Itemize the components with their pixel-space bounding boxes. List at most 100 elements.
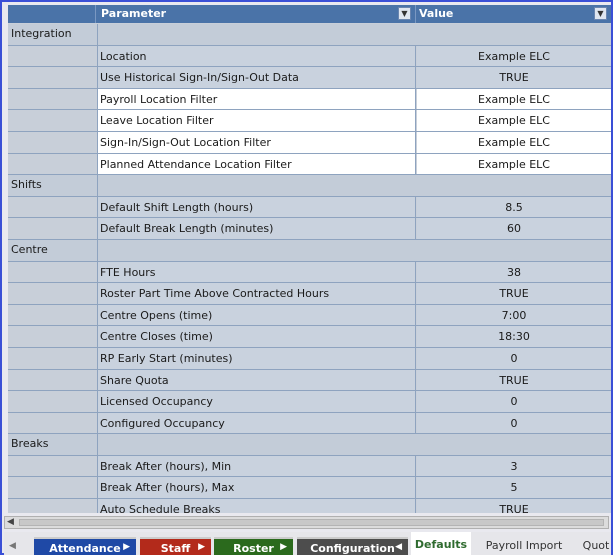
category-cell <box>97 175 611 196</box>
tab-defaults[interactable]: Defaults <box>411 532 471 555</box>
tab-configuration[interactable]: Configuration ◀ <box>297 537 408 555</box>
category-row[interactable]: Shifts <box>8 175 611 197</box>
parameter-cell[interactable]: Break After (hours), Min <box>97 455 416 477</box>
value-cell[interactable]: Example ELC <box>417 88 611 110</box>
parameter-grid: Parameter ▼ Value ▼ Integration Location E… <box>8 5 611 513</box>
parameter-cell[interactable]: Centre Opens (time) <box>97 304 416 326</box>
grid-rows: Integration Location Example ELC Use Histor… <box>8 24 611 513</box>
tab-label: Attendance <box>49 542 121 555</box>
parameter-row[interactable]: Configured Occupancy 0 <box>8 412 611 435</box>
parameter-cell[interactable]: Default Break Length (minutes) <box>97 218 416 239</box>
scrollbar-thumb[interactable] <box>19 519 604 526</box>
value-cell[interactable]: 60 <box>417 218 611 239</box>
row-gutter <box>8 412 97 434</box>
value-cell[interactable]: Example ELC <box>417 45 611 67</box>
tab-payroll-import[interactable]: Payroll Import <box>476 536 572 554</box>
parameter-row[interactable]: Leave Location Filter Example ELC <box>8 110 611 132</box>
category-row[interactable]: Integration <box>8 24 611 46</box>
category-row[interactable]: Centre <box>8 239 611 262</box>
category-label: Breaks <box>11 437 49 451</box>
parameter-cell[interactable]: Share Quota <box>97 369 416 391</box>
scroll-left-icon[interactable]: ◀ <box>7 517 14 527</box>
parameter-cell[interactable]: RP Early Start (minutes) <box>97 347 416 369</box>
tab-label: Defaults <box>414 538 468 551</box>
parameter-column-header[interactable]: Parameter ▼ <box>97 5 416 23</box>
value-cell[interactable]: TRUE <box>417 369 611 391</box>
value-cell[interactable]: TRUE <box>417 499 611 513</box>
parameter-row[interactable]: Planned Attendance Location Filter Exampl… <box>8 153 611 176</box>
tab-chevron-icon[interactable]: ▶ <box>123 542 130 552</box>
tab-label: Roster <box>233 542 274 555</box>
value-cell[interactable]: 8.5 <box>417 196 611 218</box>
value-cell[interactable]: 38 <box>417 261 611 283</box>
parameter-cell[interactable]: Payroll Location Filter <box>97 88 416 110</box>
row-gutter <box>8 110 97 131</box>
value-cell[interactable]: Example ELC <box>417 110 611 131</box>
parameter-row[interactable]: Auto Schedule Breaks TRUE <box>8 499 611 513</box>
tab-quot[interactable]: Quot <box>576 536 611 554</box>
parameter-cell[interactable]: Licensed Occupancy <box>97 391 416 412</box>
parameter-cell[interactable]: Planned Attendance Location Filter <box>97 153 416 175</box>
parameter-row[interactable]: Roster Part Time Above Contracted Hours T… <box>8 283 611 305</box>
parameter-cell[interactable]: Configured Occupancy <box>97 412 416 434</box>
parameter-cell[interactable]: Use Historical Sign-In/Sign-Out Data <box>97 67 416 88</box>
app-window: Parameter ▼ Value ▼ Integration Location E… <box>0 0 613 555</box>
value-cell[interactable]: Example ELC <box>417 153 611 175</box>
category-label: Integration <box>11 27 72 40</box>
category-row[interactable]: Breaks <box>8 434 611 456</box>
parameter-cell[interactable]: Roster Part Time Above Contracted Hours <box>97 283 416 304</box>
tab-attendance[interactable]: Attendance ▶ <box>34 537 136 555</box>
value-cell[interactable]: 18:30 <box>417 326 611 347</box>
value-cell[interactable]: Example ELC <box>417 131 611 153</box>
category-label: Centre <box>11 242 48 256</box>
row-gutter <box>8 477 97 499</box>
parameter-row[interactable]: RP Early Start (minutes) 0 <box>8 347 611 370</box>
row-gutter <box>8 391 97 412</box>
value-column-header[interactable]: Value ▼ <box>417 5 611 23</box>
parameter-row[interactable]: Break After (hours), Min 3 <box>8 455 611 478</box>
parameter-row[interactable]: Location Example ELC <box>8 45 611 68</box>
parameter-row[interactable]: Sign-In/Sign-Out Location Filter Example … <box>8 131 611 154</box>
parameter-row[interactable]: Default Shift Length (hours) 8.5 <box>8 196 611 219</box>
value-cell[interactable]: 7:00 <box>417 304 611 326</box>
parameter-filter-dropdown-icon[interactable]: ▼ <box>398 7 411 20</box>
value-cell[interactable]: 3 <box>417 455 611 477</box>
row-gutter <box>8 131 97 153</box>
parameter-row[interactable]: Centre Opens (time) 7:00 <box>8 304 611 327</box>
parameter-cell[interactable]: Sign-In/Sign-Out Location Filter <box>97 131 416 153</box>
parameter-row[interactable]: Default Break Length (minutes) 60 <box>8 218 611 240</box>
parameter-row[interactable]: Licensed Occupancy 0 <box>8 391 611 413</box>
value-cell[interactable]: 0 <box>417 391 611 412</box>
value-cell[interactable]: 5 <box>417 477 611 499</box>
value-cell[interactable]: 0 <box>417 347 611 369</box>
row-gutter <box>8 153 97 175</box>
row-gutter <box>8 261 97 283</box>
parameter-cell[interactable]: Default Shift Length (hours) <box>97 196 416 218</box>
parameter-cell[interactable]: Location <box>97 45 416 67</box>
parameter-row[interactable]: Share Quota TRUE <box>8 369 611 392</box>
value-cell[interactable]: 0 <box>417 412 611 434</box>
parameter-cell[interactable]: Break After (hours), Max <box>97 477 416 499</box>
tab-staff[interactable]: Staff ▶ <box>140 537 211 555</box>
parameter-cell[interactable]: Auto Schedule Breaks <box>97 499 416 513</box>
parameter-row[interactable]: Use Historical Sign-In/Sign-Out Data TRUE <box>8 67 611 89</box>
parameter-row[interactable]: Centre Closes (time) 18:30 <box>8 326 611 348</box>
tab-chevron-icon[interactable]: ▶ <box>198 542 205 552</box>
tab-label: Staff <box>160 542 191 555</box>
tab-chevron-icon[interactable]: ▶ <box>280 542 287 552</box>
value-cell[interactable]: TRUE <box>417 283 611 304</box>
parameter-cell[interactable]: Centre Closes (time) <box>97 326 416 347</box>
value-filter-dropdown-icon[interactable]: ▼ <box>594 7 607 20</box>
tab-label: Payroll Import <box>485 539 563 552</box>
parameter-row[interactable]: Payroll Location Filter Example ELC <box>8 88 611 111</box>
category-cell <box>97 239 611 261</box>
tab-scroll-left-icon[interactable]: ◀ <box>9 541 16 551</box>
parameter-row[interactable]: Break After (hours), Max 5 <box>8 477 611 500</box>
value-cell[interactable]: TRUE <box>417 67 611 88</box>
horizontal-scrollbar[interactable]: ◀ <box>4 516 609 529</box>
parameter-cell[interactable]: FTE Hours <box>97 261 416 283</box>
tab-roster[interactable]: Roster ▶ <box>214 537 293 555</box>
parameter-row[interactable]: FTE Hours 38 <box>8 261 611 284</box>
tab-chevron-icon[interactable]: ◀ <box>395 542 402 552</box>
parameter-cell[interactable]: Leave Location Filter <box>97 110 416 131</box>
